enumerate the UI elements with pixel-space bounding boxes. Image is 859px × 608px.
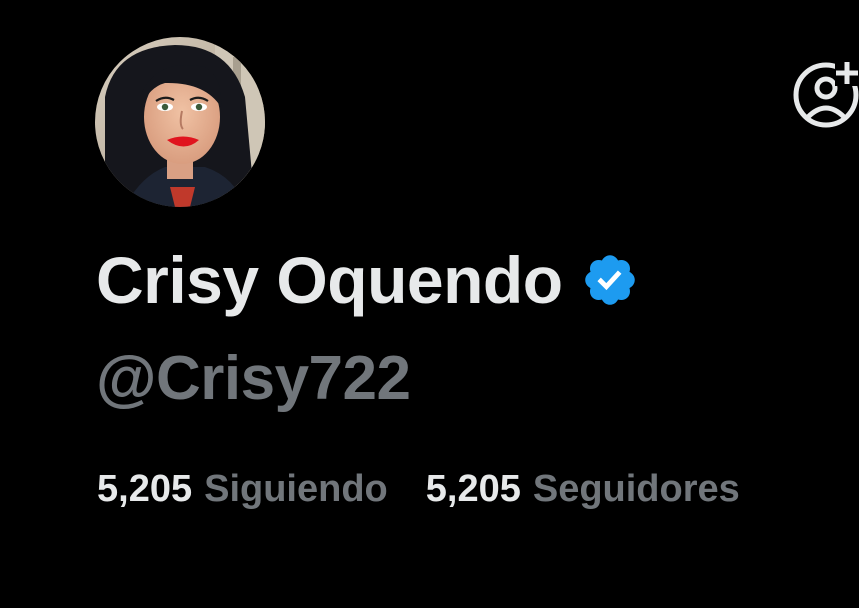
following-count: 5,205 — [97, 468, 193, 510]
follow-button[interactable] — [793, 60, 859, 130]
follow-stats: 5,205 Siguiendo 5,205 Seguidores — [97, 468, 740, 511]
profile-photo — [95, 37, 265, 207]
verified-badge-icon[interactable] — [581, 251, 639, 309]
username-handle: @Crisy722 — [96, 344, 411, 413]
add-user-icon — [793, 60, 859, 128]
followers-link[interactable]: 5,205 Seguidores — [426, 468, 740, 511]
following-label: Siguiendo — [204, 468, 388, 510]
followers-count: 5,205 — [425, 468, 521, 510]
avatar[interactable] — [95, 37, 265, 207]
followers-label: Seguidores — [532, 468, 740, 510]
name-row: Crisy Oquendo — [96, 240, 639, 320]
display-name: Crisy Oquendo — [96, 243, 563, 317]
following-link[interactable]: 5,205 Siguiendo — [97, 468, 388, 511]
